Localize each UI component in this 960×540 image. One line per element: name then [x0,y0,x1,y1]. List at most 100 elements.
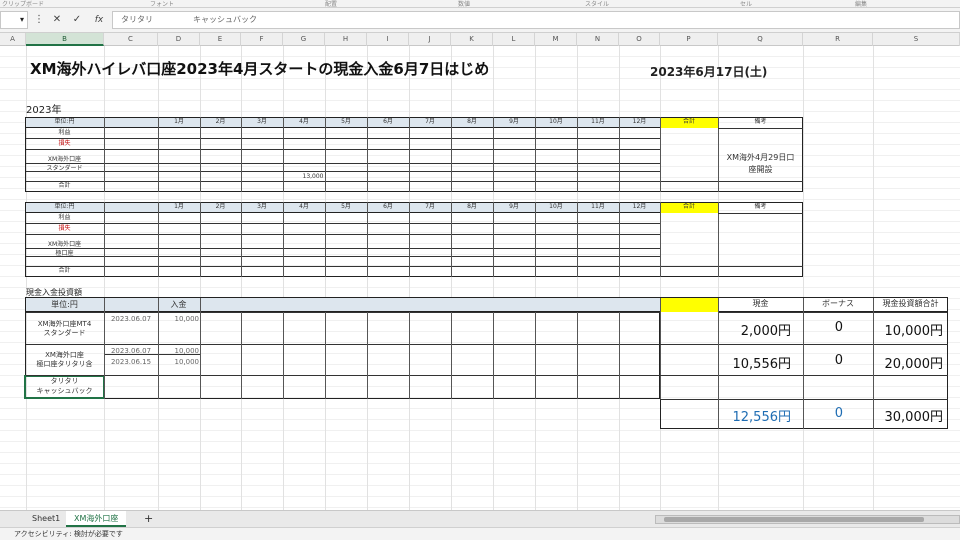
column-header-n[interactable]: N [577,33,619,46]
add-sheet-icon[interactable]: + [136,511,161,527]
column-header-a[interactable]: A [0,33,26,46]
ribbon-editing[interactable]: 編集 [855,0,867,7]
table-line [158,202,159,277]
table2-month-5: 5月 [341,203,351,210]
table-line [718,298,719,429]
table2-row-profit: 利益 [58,214,71,221]
table-line [241,117,242,192]
table2-row-loss: 損失 [58,225,71,232]
table1-note-2: 座開設 [748,165,773,174]
table2-month-7: 7月 [425,203,435,210]
table-line [493,202,494,277]
more-options-icon[interactable]: ⋮ [30,12,48,28]
accessibility-status[interactable]: アクセシビリティ: 検討が必要です [14,530,123,538]
summary-total-cash: 12,556円 [732,410,792,425]
enter-icon[interactable]: ✓ [68,12,86,28]
table2-month-2: 2月 [215,203,226,210]
table-line [104,298,105,399]
column-header-c[interactable]: C [104,33,158,46]
ribbon-group-labels: クリップボード フォント 配置 数値 スタイル セル 編集 [0,0,960,8]
ribbon-clipboard[interactable]: クリップボード [2,0,44,7]
table3-unit: 単位:円 [51,300,78,309]
table1-month-1: 1月 [174,118,184,125]
name-box[interactable]: ▾ [0,11,28,29]
table-line [158,117,159,192]
table-line [660,298,661,399]
table-line [873,298,874,429]
grid-line [718,46,719,510]
table2-month-4: 4月 [299,203,309,210]
tab-xm-account[interactable]: XM海外口座 [66,511,127,527]
column-header-p[interactable]: P [660,33,718,46]
tab-sheet1[interactable]: Sheet1 [24,511,68,527]
grid-line [200,46,201,510]
scroll-thumb[interactable] [664,517,924,522]
year-label: 2023年 [26,105,62,116]
ribbon-styles[interactable]: スタイル [585,0,609,7]
formula-input[interactable]: タリタリ キャッシュバック [112,11,960,29]
column-header-d[interactable]: D [158,33,200,46]
table-line [26,256,660,257]
ribbon-number[interactable]: 数値 [458,0,470,7]
column-header-s[interactable]: S [873,33,960,46]
table-line [660,399,948,400]
function-icon[interactable]: fx [90,12,108,28]
table-line [158,298,159,399]
column-header-h[interactable]: H [325,33,367,46]
worksheet-grid[interactable]: XM海外ハイレバ口座2023年4月スタートの現金入金6月7日はじめ 2023年6… [0,46,960,510]
column-header-e[interactable]: E [200,33,241,46]
table1-month-12: 12月 [632,118,647,125]
table-line [803,298,804,429]
grid-line [451,46,452,510]
table-line [26,266,803,267]
table2-month-9: 9月 [509,203,519,210]
horizontal-scrollbar[interactable] [655,515,960,524]
table2-unit: 単位:円 [54,203,75,210]
grid-line [535,46,536,510]
table1-unit: 単位:円 [54,118,75,125]
sheet-date: 2023年6月17日(土) [650,65,768,79]
table1-month-5: 5月 [341,118,351,125]
ribbon-cells[interactable]: セル [740,0,752,7]
column-header-b[interactable]: B [26,33,104,46]
grid-line [104,46,105,510]
table-line [200,202,201,277]
group3-name-2: キャッシュバック [36,387,93,395]
column-header-m[interactable]: M [535,33,577,46]
column-header-g[interactable]: G [283,33,325,46]
summary-row2-cash: 10,556円 [732,357,792,372]
table-line [535,312,536,399]
table-line [104,354,200,355]
column-header-r[interactable]: R [803,33,873,46]
summary-total-bonus: 0 [834,406,843,421]
column-header-j[interactable]: J [409,33,451,46]
status-bar: アクセシビリティ: 検討が必要です [0,527,960,540]
table1-month-4: 4月 [299,118,309,125]
table2-row-total: 合計 [58,267,71,274]
table2-month-10: 10月 [549,203,563,210]
table-line [577,202,578,277]
sheet-title: XM海外ハイレバ口座2023年4月スタートの現金入金6月7日はじめ [30,60,490,78]
group2-amount-2: 10,000 [174,358,200,366]
ribbon-font[interactable]: フォント [150,0,174,7]
ribbon-alignment[interactable]: 配置 [325,0,337,7]
formula-bar: ▾ ⋮ ✕ ✓ fx タリタリ キャッシュバック [0,8,960,33]
table-line [26,312,660,313]
table-line [200,298,201,399]
table-line [283,117,284,192]
column-header-k[interactable]: K [451,33,493,46]
table3-deposit-header: 入金 [170,300,187,309]
column-header-o[interactable]: O [619,33,660,46]
cancel-icon[interactable]: ✕ [48,12,66,28]
table-line [451,202,452,277]
grid-line [367,46,368,510]
column-headers: ABCDEFGHIJKLMNOPQRS [0,33,960,46]
group2-date-2: 2023.06.15 [110,358,152,366]
column-header-i[interactable]: I [367,33,409,46]
column-header-f[interactable]: F [241,33,283,46]
column-header-q[interactable]: Q [718,33,803,46]
grid-line [283,46,284,510]
table-line [535,117,536,192]
table-line [409,117,410,192]
column-header-l[interactable]: L [493,33,535,46]
